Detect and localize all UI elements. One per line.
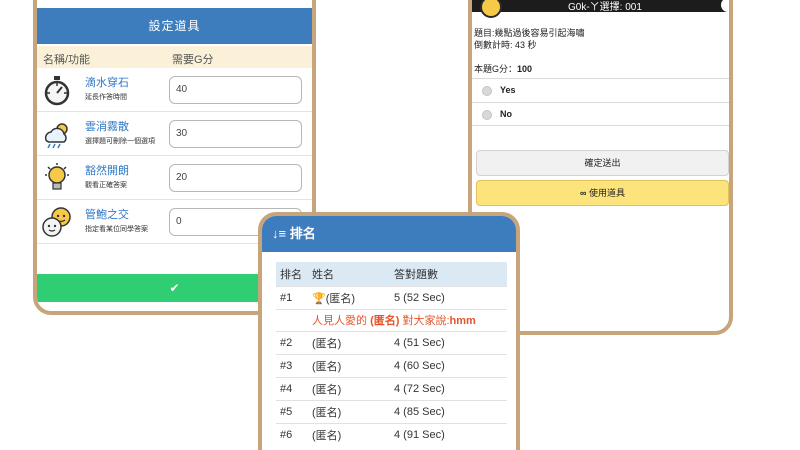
menu-dot-icon[interactable] — [721, 0, 729, 12]
tool-cost-input[interactable]: 40 — [169, 76, 302, 104]
name-cell: 🏆(匿名) — [308, 285, 390, 309]
quiz-title: G0k-ㄚ選擇: 001 — [568, 2, 642, 13]
option-no[interactable]: No — [472, 102, 729, 126]
score-line: 本題G分：100 — [474, 62, 532, 75]
stage: 設定道具 名稱/功能 需要G分 滴水穿石 延長作答時間 40 雲消霧散 選擇題可… — [0, 0, 800, 450]
message-middle: 對大家說: — [402, 315, 450, 327]
message-cell: 人見人愛的 (匿名) 對大家說:hmm — [308, 308, 507, 331]
ranking-phone: ↓≡ 排名 排名 姓名 答對題數 #1 🏆(匿名) 5 (52 Sec) 人見人… — [258, 212, 520, 450]
rank-cell: #5 — [276, 399, 308, 423]
option-yes[interactable]: Yes — [472, 78, 729, 102]
name-text: (匿名) — [325, 292, 356, 305]
chat-emoji-icon — [42, 207, 71, 237]
ranking-row: #2 (匿名) 4 (51 Sec) — [276, 330, 507, 354]
ranking-row: #5 (匿名) 4 (85 Sec) — [276, 399, 507, 423]
submit-button[interactable]: 確定送出 — [476, 150, 729, 176]
message-text: hmm — [449, 315, 476, 327]
name-cell: (匿名) — [308, 330, 390, 354]
score-cell: 4 (85 Sec) — [390, 399, 507, 423]
radio-icon[interactable] — [482, 110, 492, 120]
ranking-table: 排名 姓名 答對題數 #1 🏆(匿名) 5 (52 Sec) 人見人愛的 (匿名… — [276, 262, 507, 446]
score-cell: 5 (52 Sec) — [390, 285, 507, 309]
message-prefix: 人見人愛的 — [312, 315, 367, 327]
message-name: (匿名) — [370, 315, 400, 327]
lightbulb-icon — [45, 163, 69, 190]
use-tool-label: 使用道具 — [588, 188, 625, 198]
tool-name: 雲消霧散 — [85, 121, 129, 133]
name-cell: (匿名) — [308, 399, 390, 423]
col-cost-label: 需要G分 — [172, 54, 214, 66]
ranking-row: #3 (匿名) 4 (60 Sec) — [276, 353, 507, 377]
rank-cell: #2 — [276, 330, 308, 354]
tool-name: 豁然開朗 — [85, 165, 129, 177]
countdown-text: 倒數計時: 43 秒 — [474, 40, 537, 50]
name-cell: (匿名) — [308, 376, 390, 400]
score-cell: 4 (60 Sec) — [390, 353, 507, 377]
rank-cell: #3 — [276, 353, 308, 377]
tool-desc: 延長作答時間 — [85, 94, 127, 101]
col-score: 答對題數 — [390, 262, 507, 286]
tools-header: 設定道具 — [37, 8, 312, 44]
score-cell: 4 (72 Sec) — [390, 376, 507, 400]
option-label: No — [500, 109, 512, 119]
col-name: 姓名 — [308, 262, 390, 286]
ranking-row: #6 (匿名) 4 (91 Sec) — [276, 422, 507, 446]
name-cell: (匿名) — [308, 353, 390, 377]
tool-desc: 選擇題可刪除一個選項 — [85, 138, 155, 145]
rank-cell: #4 — [276, 376, 308, 400]
rank-cell: #6 — [276, 422, 308, 446]
col-rank: 排名 — [276, 262, 308, 286]
score-cell: 4 (51 Sec) — [390, 330, 507, 354]
ranking-header: ↓≡ 排名 — [262, 216, 516, 252]
tool-cost-input[interactable]: 20 — [169, 164, 302, 192]
ranking-header-row: 排名 姓名 答對題數 — [276, 262, 507, 286]
tool-row: 豁然開朗 觀看正確答案 20 — [37, 156, 312, 200]
trophy-icon: 🏆 — [312, 292, 326, 305]
tool-cost-input[interactable]: 30 — [169, 120, 302, 148]
score-value: 100 — [517, 64, 533, 74]
score-cell: 4 (91 Sec) — [390, 422, 507, 446]
checkmark-icon: ✔ — [169, 281, 180, 295]
tool-name: 管鮑之交 — [85, 209, 129, 221]
ranking-row: #4 (匿名) 4 (72 Sec) — [276, 376, 507, 400]
weather-icon — [44, 123, 68, 149]
col-name-label: 名稱/功能 — [43, 54, 91, 66]
tool-row: 雲消霧散 選擇題可刪除一個選項 30 — [37, 112, 312, 156]
score-label: 本題G分： — [474, 64, 518, 74]
use-tool-button[interactable]: ∞ 使用道具 — [476, 180, 729, 206]
stopwatch-icon — [44, 76, 70, 106]
name-cell: (匿名) — [308, 422, 390, 446]
message-row: 人見人愛的 (匿名) 對大家說:hmm — [276, 308, 507, 331]
rank-cell: #1 — [276, 285, 308, 309]
sort-icon: ↓≡ — [272, 226, 287, 241]
tool-desc: 指定看某位同學答案 — [85, 226, 148, 233]
option-label: Yes — [500, 85, 516, 95]
ranking-title: 排名 — [289, 226, 316, 241]
tools-column-header: 名稱/功能 需要G分 — [37, 46, 312, 68]
infinity-icon: ∞ — [580, 188, 587, 198]
tool-row: 滴水穿石 延長作答時間 40 — [37, 68, 312, 112]
tool-name: 滴水穿石 — [85, 77, 129, 89]
radio-icon[interactable] — [482, 86, 492, 96]
emoji-icon — [480, 0, 502, 18]
ranking-row: #1 🏆(匿名) 5 (52 Sec) — [276, 285, 507, 309]
tool-desc: 觀看正確答案 — [85, 182, 127, 189]
quiz-topbar: G0k-ㄚ選擇: 001 — [472, 0, 729, 18]
